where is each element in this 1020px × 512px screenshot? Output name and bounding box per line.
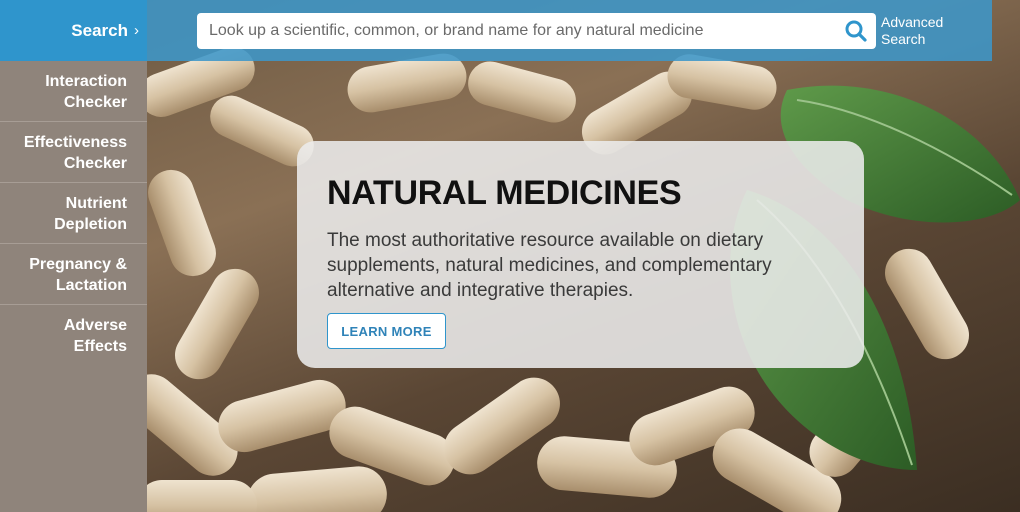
- advanced-search-link[interactable]: Advanced Search: [881, 14, 961, 48]
- search-input[interactable]: [197, 13, 876, 49]
- hero-title: NATURAL MEDICINES: [327, 174, 682, 212]
- search-button[interactable]: [838, 13, 874, 49]
- hero-card: NATURAL MEDICINES The most authoritative…: [297, 141, 864, 368]
- page: Search › Interaction Checker Effectivene…: [0, 0, 1020, 512]
- learn-more-button[interactable]: LEARN MORE: [327, 313, 446, 349]
- sidebar-item-interaction-checker[interactable]: Interaction Checker: [0, 62, 147, 122]
- sidebar-item-effectiveness-checker[interactable]: Effectiveness Checker: [0, 123, 147, 183]
- sidebar-item-nutrient-depletion[interactable]: Nutrient Depletion: [0, 184, 147, 244]
- sidebar-nav: Search › Interaction Checker Effectivene…: [0, 0, 147, 512]
- sidebar-item-label: Nutrient Depletion: [54, 194, 127, 233]
- sidebar-item-label: Pregnancy & Lactation: [29, 255, 127, 294]
- sidebar-search-label: Search: [71, 20, 128, 40]
- sidebar-item-adverse-effects[interactable]: Adverse Effects: [0, 306, 147, 366]
- hero-description: The most authoritative resource availabl…: [327, 230, 772, 301]
- sidebar-item-label: Effectiveness Checker: [23, 133, 127, 172]
- sidebar-item-pregnancy-lactation[interactable]: Pregnancy & Lactation: [0, 245, 147, 305]
- sidebar-item-label: Adverse Effects: [63, 317, 127, 355]
- sidebar-item-search[interactable]: Search ›: [0, 0, 147, 61]
- chevron-right-icon: ›: [134, 22, 139, 39]
- search-icon: [845, 20, 867, 42]
- sidebar-item-label: Interaction Checker: [45, 72, 127, 111]
